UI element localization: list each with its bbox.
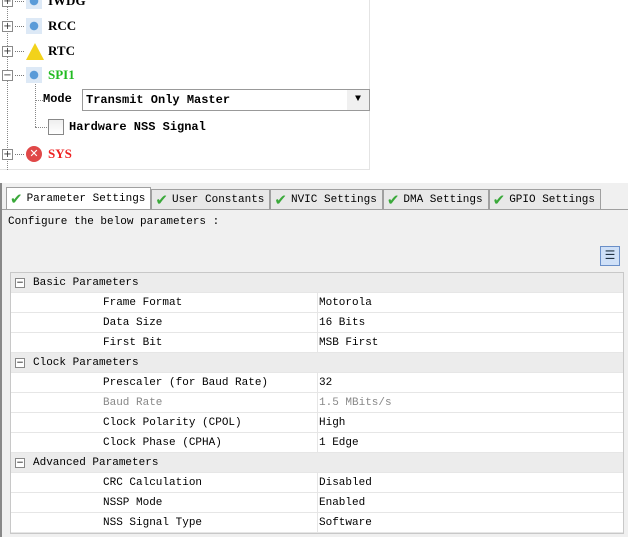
expand-icon[interactable]: +: [2, 20, 13, 32]
parameter-name: Baud Rate: [103, 396, 163, 409]
group-header[interactable]: − Clock Parameters: [11, 353, 623, 373]
cube-icon: [26, 0, 42, 9]
error-icon: ✕: [26, 146, 42, 162]
parameter-row[interactable]: CRC Calculation Disabled: [11, 472, 623, 493]
peripheral-tree: + IWDG + RCC + RTC − SPI1 Mode Transmit …: [0, 0, 370, 170]
tab-nvic-settings[interactable]: ✔ NVIC Settings: [270, 189, 383, 209]
collapse-icon[interactable]: −: [15, 457, 25, 468]
parameter-value[interactable]: Enabled: [317, 492, 623, 513]
tree-node-sys[interactable]: + ✕ SYS: [2, 145, 72, 163]
parameter-name: NSS Signal Type: [103, 516, 203, 529]
parameter-row[interactable]: Clock Polarity (CPOL) High: [11, 412, 623, 433]
expand-icon[interactable]: +: [2, 148, 13, 160]
parameter-value[interactable]: Software: [317, 512, 623, 533]
parameter-name: Data Size: [103, 316, 163, 329]
tree-node-spi1[interactable]: − SPI1: [2, 66, 75, 84]
list-view-button[interactable]: ☰: [600, 246, 620, 266]
tab-parameter-settings[interactable]: ✔ Parameter Settings: [6, 187, 152, 209]
parameter-row[interactable]: Clock Phase (CPHA) 1 Edge: [11, 432, 623, 453]
parameter-value[interactable]: MSB First: [317, 332, 623, 353]
list-icon: ☰: [604, 249, 616, 263]
parameter-row[interactable]: NSSP Mode Enabled: [11, 492, 623, 513]
warning-icon: [26, 42, 44, 60]
tab-user-constants[interactable]: ✔ User Constants: [151, 189, 271, 209]
group-header[interactable]: − Basic Parameters: [11, 273, 623, 293]
hardware-nss-checkbox[interactable]: Hardware NSS Signal: [48, 119, 206, 135]
parameter-name: Clock Polarity (CPOL): [103, 416, 242, 429]
group-title: Clock Parameters: [33, 356, 139, 369]
collapse-icon[interactable]: −: [15, 277, 25, 288]
check-icon: ✔: [10, 189, 23, 208]
tab-bar: ✔ Parameter Settings ✔ User Constants ✔ NVI…: [6, 187, 602, 209]
parameter-value[interactable]: High: [317, 412, 623, 433]
parameter-value: 1.5 MBits/s: [317, 392, 623, 413]
configuration-panel: ✔ Parameter Settings ✔ User Constants ✔ NVI…: [0, 183, 628, 537]
check-icon: ✔: [386, 190, 400, 209]
parameter-row[interactable]: Data Size 16 Bits: [11, 312, 623, 333]
tree-node-rtc[interactable]: + RTC: [2, 42, 75, 60]
parameter-name: NSSP Mode: [103, 496, 163, 509]
parameter-name: CRC Calculation: [103, 476, 203, 489]
chevron-down-icon[interactable]: ▼: [347, 90, 369, 110]
cube-icon: [26, 18, 42, 34]
check-icon: ✔: [492, 190, 506, 209]
tree-node-iwdg[interactable]: + IWDG: [2, 0, 86, 10]
parameter-name: Prescaler (for Baud Rate): [103, 376, 269, 389]
parameter-value[interactable]: 32: [317, 372, 623, 393]
parameter-value[interactable]: Disabled: [317, 472, 623, 493]
parameter-value[interactable]: 16 Bits: [317, 312, 623, 333]
hardware-nss-label: Hardware NSS Signal: [69, 120, 206, 134]
expand-icon[interactable]: +: [2, 0, 13, 7]
tree-line: [35, 84, 36, 127]
parameter-name: First Bit: [103, 336, 163, 349]
parameter-table: − Basic Parameters Frame Format Motorola Dat…: [10, 272, 624, 534]
group-title: Advanced Parameters: [33, 456, 159, 469]
expand-icon[interactable]: +: [2, 45, 13, 57]
configure-instructions: Configure the below parameters :: [8, 216, 220, 228]
mode-label: Mode: [43, 92, 72, 106]
collapse-icon[interactable]: −: [2, 69, 13, 81]
parameter-row[interactable]: NSS Signal Type Software: [11, 512, 623, 533]
mode-value: Transmit Only Master: [86, 93, 231, 107]
parameter-name: Clock Phase (CPHA): [103, 436, 222, 449]
parameter-value[interactable]: Motorola: [317, 292, 623, 313]
checkbox[interactable]: [48, 119, 64, 135]
parameter-row[interactable]: Prescaler (for Baud Rate) 32: [11, 372, 623, 393]
tree-node-rcc[interactable]: + RCC: [2, 17, 76, 35]
cube-icon: [26, 67, 42, 83]
check-icon: ✔: [155, 190, 168, 209]
group-header[interactable]: − Advanced Parameters: [11, 453, 623, 473]
parameter-value[interactable]: 1 Edge: [317, 432, 623, 453]
tab-gpio-settings[interactable]: ✔ GPIO Settings: [488, 189, 602, 209]
collapse-icon[interactable]: −: [15, 357, 25, 368]
check-icon: ✔: [274, 190, 287, 209]
group-title: Basic Parameters: [33, 276, 139, 289]
mode-select[interactable]: Transmit Only Master ▼: [82, 89, 370, 111]
tab-dma-settings[interactable]: ✔ DMA Settings: [382, 189, 489, 209]
parameter-name: Frame Format: [103, 296, 183, 309]
parameter-row[interactable]: Baud Rate 1.5 MBits/s: [11, 392, 623, 413]
parameter-row[interactable]: First Bit MSB First: [11, 332, 623, 353]
parameter-row[interactable]: Frame Format Motorola: [11, 292, 623, 313]
